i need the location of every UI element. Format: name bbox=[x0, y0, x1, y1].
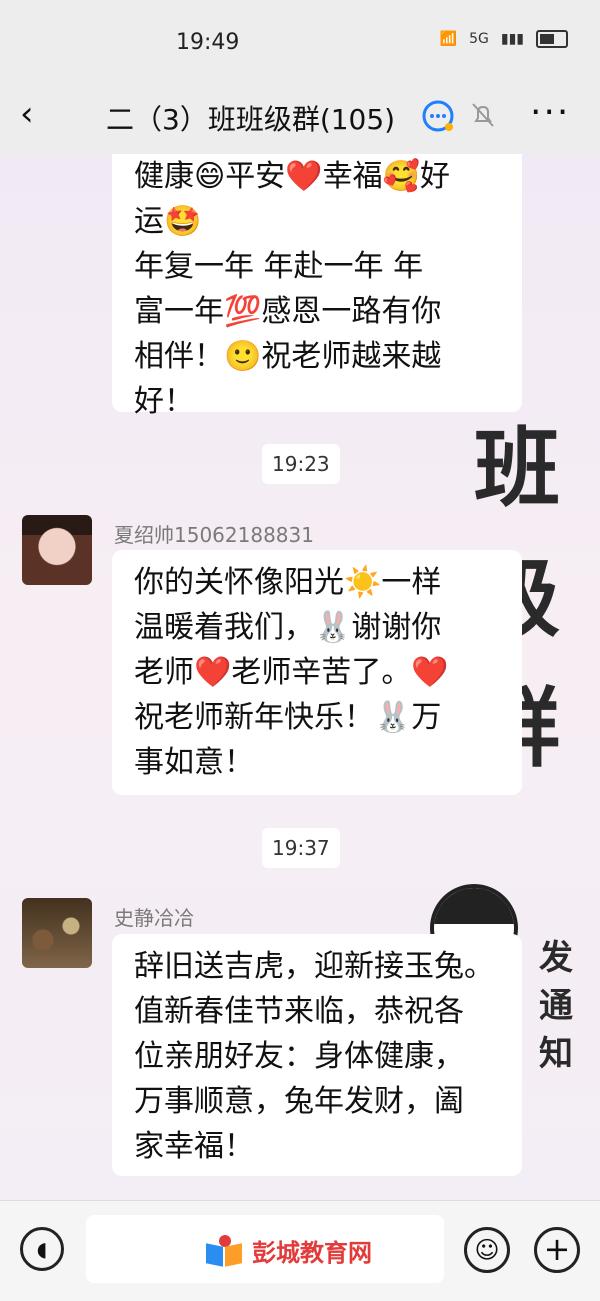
input-bar: ◖ 彭城教育网 ☺ + bbox=[0, 1200, 600, 1301]
signal-label: 5G bbox=[469, 31, 489, 47]
status-icons: 📶 5G ▮▮▮ bbox=[440, 30, 568, 48]
status-bar: 19:49 📶 5G ▮▮▮ bbox=[0, 0, 600, 80]
chat-title: 二（3）班班级群(105) bbox=[106, 103, 396, 136]
message-line: 年复一年 年赴一年 年 bbox=[134, 249, 424, 284]
emoji-icon[interactable]: ☺ bbox=[464, 1227, 510, 1273]
sender-name: 史静冾冾 bbox=[114, 906, 194, 930]
wifi-icon: 📶 bbox=[439, 31, 458, 47]
message-line: 相伴！🙂祝老师越来越 bbox=[134, 339, 442, 374]
sender-name: 夏绍帅15062188831 bbox=[114, 523, 314, 547]
message-line: 祝老师新年快乐！🐰万 bbox=[134, 700, 442, 735]
watermark-text: 彭城教育网 bbox=[252, 1239, 372, 1267]
message-bubble[interactable]: 辞旧送吉虎，迎新接玉兔。 值新春佳节来临，恭祝各 位亲朋好友：身体健康， 万事顺… bbox=[112, 934, 522, 1176]
message-line: 健康😄平安❤️幸福🥰好 bbox=[134, 159, 450, 194]
back-arrow-icon[interactable]: ‹ bbox=[20, 96, 56, 132]
message-line: 老师❤️老师辛苦了。❤️ bbox=[134, 655, 449, 690]
message-line: 位亲朋好友：身体健康， bbox=[134, 1039, 464, 1074]
message-line: 值新春佳节来临，恭祝各 bbox=[134, 994, 464, 1029]
message-line: 你的关怀像阳光☀️一样 bbox=[134, 565, 442, 600]
timestamp: 19:37 bbox=[262, 828, 340, 868]
avatar[interactable] bbox=[22, 515, 92, 585]
more-icon[interactable]: ··· bbox=[530, 92, 570, 133]
book-logo-icon bbox=[206, 1234, 244, 1267]
message-input[interactable]: 彭城教育网 bbox=[86, 1215, 444, 1283]
voice-icon[interactable]: ◖ bbox=[20, 1227, 64, 1271]
signal-icon: ▮▮▮ bbox=[500, 31, 524, 47]
message-line: 温暖着我们，🐰谢谢你 bbox=[134, 610, 442, 645]
plus-icon[interactable]: + bbox=[534, 1227, 580, 1273]
battery-icon bbox=[536, 30, 568, 48]
group-chat-icon[interactable] bbox=[420, 98, 456, 134]
background-small-word: 发通知 bbox=[539, 938, 573, 1074]
avatar[interactable] bbox=[22, 898, 92, 968]
message-line: 富一年💯感恩一路有你 bbox=[134, 294, 442, 329]
message-line: 万事顺意，兔年发财，阖 bbox=[134, 1084, 464, 1119]
mute-bell-icon bbox=[472, 103, 494, 127]
message-line: 运🤩 bbox=[134, 204, 202, 239]
message-bubble[interactable]: 你的关怀像阳光☀️一样 温暖着我们，🐰谢谢你 老师❤️老师辛苦了。❤️ 祝老师新… bbox=[112, 550, 522, 795]
message-line: 事如意！ bbox=[134, 745, 254, 780]
status-time: 19:49 bbox=[176, 30, 240, 55]
message-line: 好！ bbox=[134, 384, 194, 419]
chat-area[interactable]: 班级群 发通知 健康😄平安❤️幸福🥰好 运🤩 年复一年 年赴一年 年 富一年💯感… bbox=[0, 154, 600, 1200]
message-bubble[interactable]: 健康😄平安❤️幸福🥰好 运🤩 年复一年 年赴一年 年 富一年💯感恩一路有你 相伴… bbox=[112, 154, 522, 419]
timestamp: 19:23 bbox=[262, 444, 340, 484]
message-line: 辞旧送吉虎，迎新接玉兔。 bbox=[134, 949, 494, 984]
watermark: 彭城教育网 bbox=[206, 1233, 372, 1268]
message-line: 家幸福！ bbox=[134, 1129, 254, 1164]
title-bar: ‹ 二（3）班班级群(105) ··· bbox=[0, 80, 600, 154]
